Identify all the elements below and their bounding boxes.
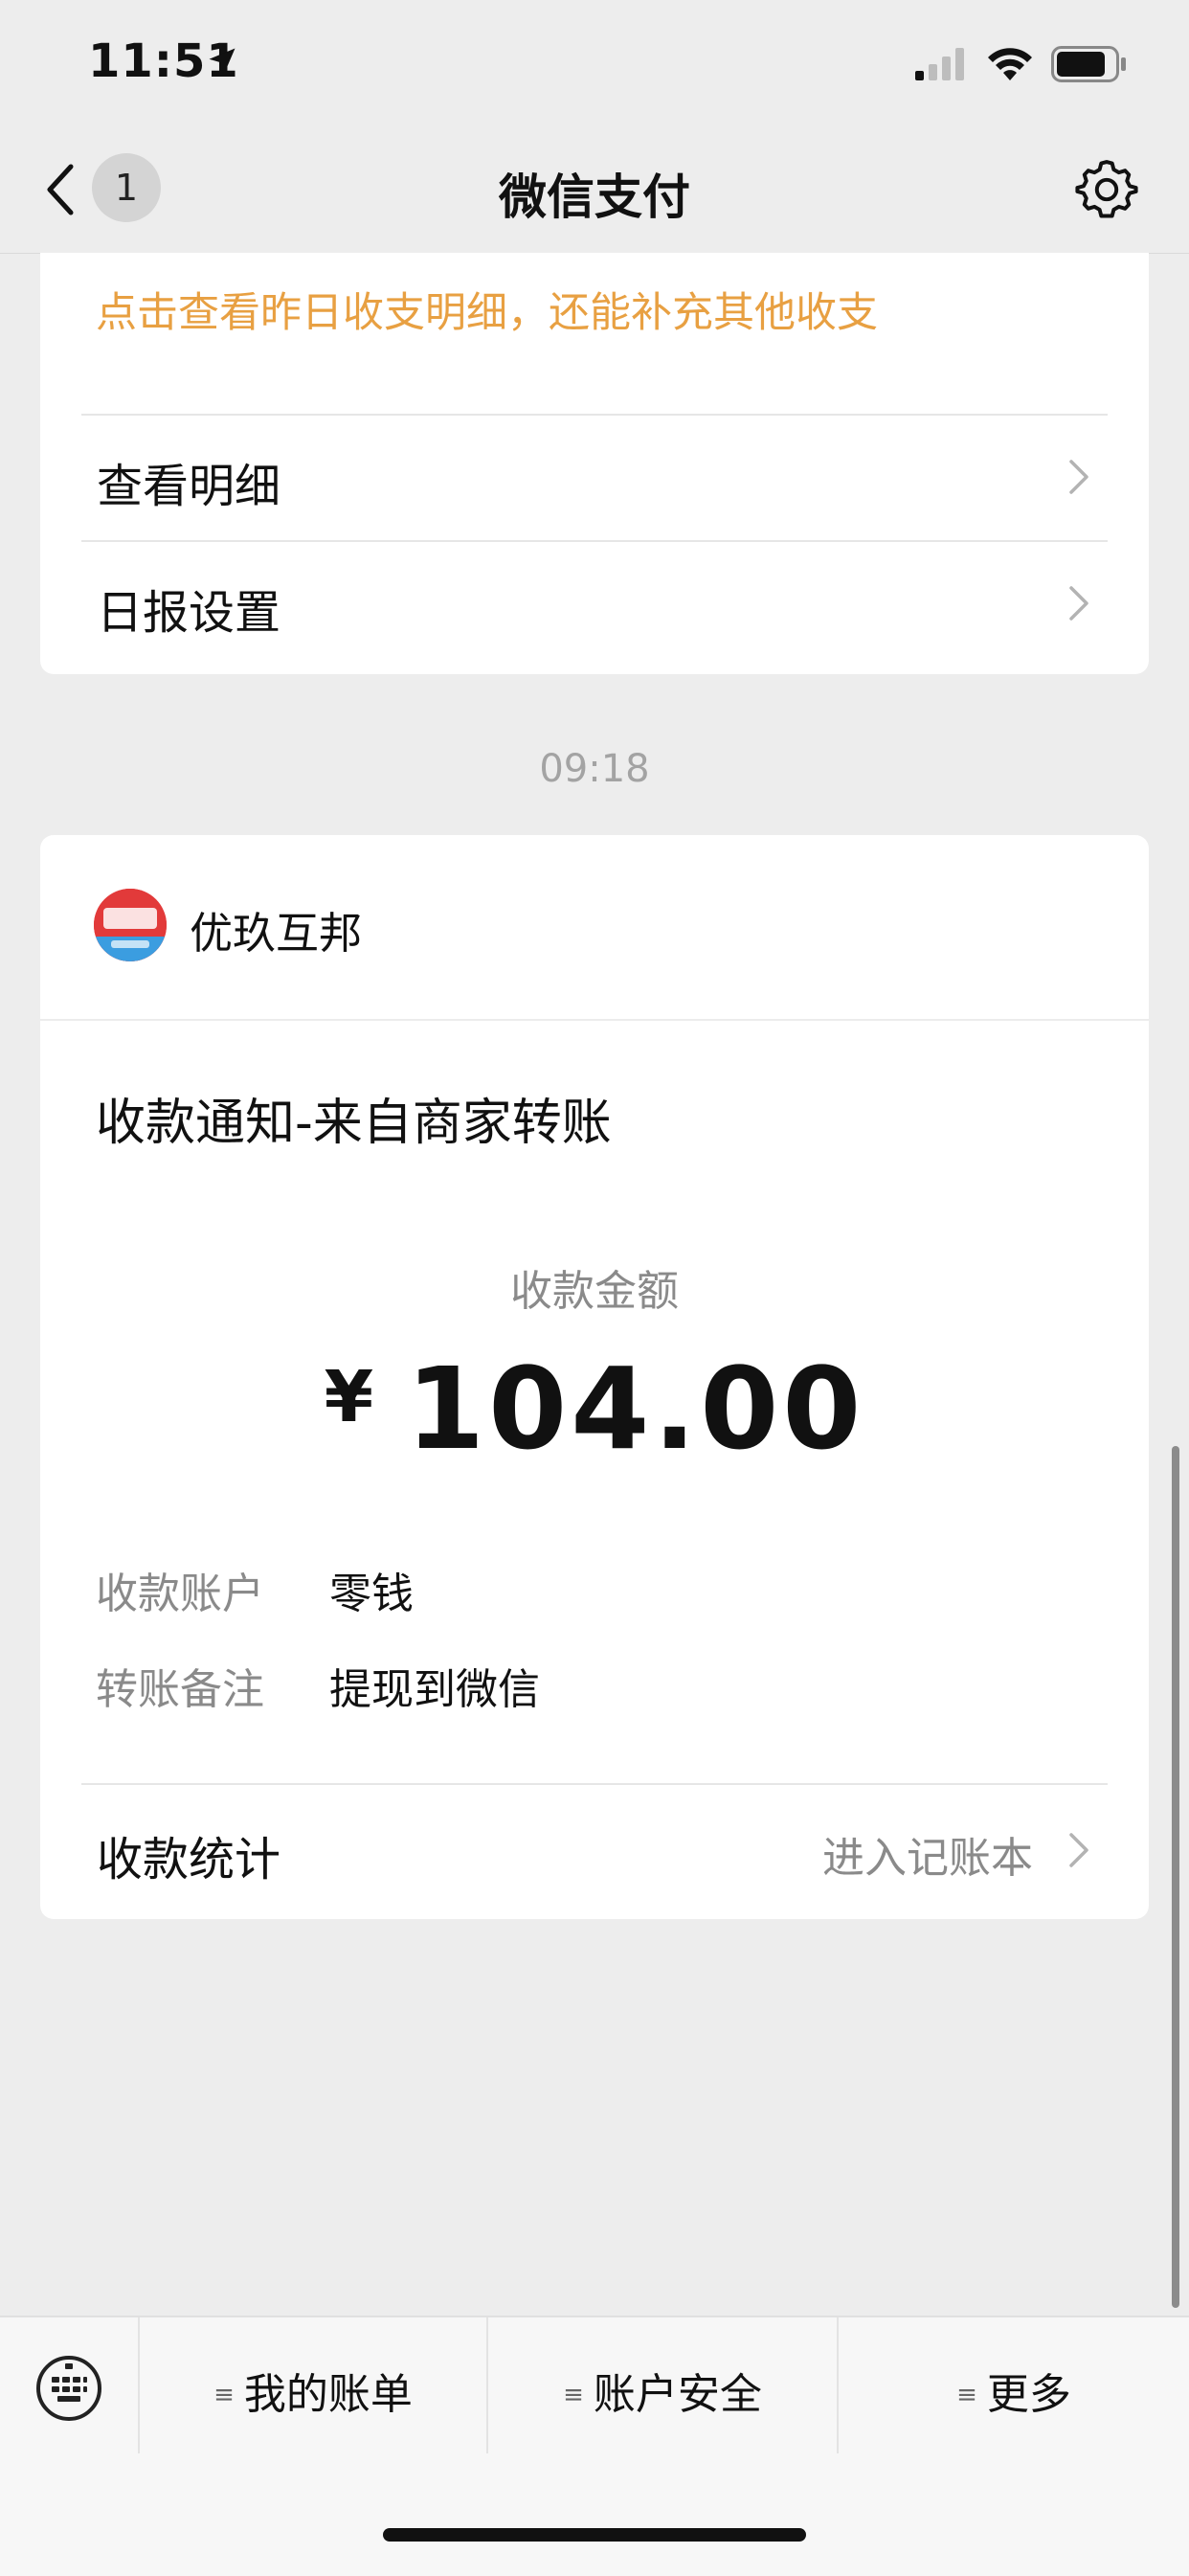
transfer-note-value: 提现到微信 <box>329 1665 540 1714</box>
menu-account-security[interactable]: ≡ 账户安全 <box>488 2317 839 2453</box>
menu-more[interactable]: ≡ 更多 <box>839 2317 1189 2453</box>
divider <box>40 1019 1149 1021</box>
report-settings-label: 日报设置 <box>97 586 281 640</box>
payment-notification-card[interactable]: 优玖互邦 收款通知-来自商家转账 收款金额 ¥104.00 收款账户 零钱 转账… <box>40 835 1149 1919</box>
home-indicator[interactable] <box>383 2528 806 2542</box>
notification-title: 收款通知-来自商家转账 <box>96 1095 612 1152</box>
wifi-icon <box>988 48 1032 80</box>
chevron-right-icon <box>1069 1833 1088 1867</box>
battery-icon <box>1051 46 1126 82</box>
report-settings-row[interactable]: 日报设置 <box>81 540 1108 667</box>
chevron-right-icon <box>1069 460 1088 494</box>
scroll-indicator <box>1172 1446 1179 2308</box>
merchant-name[interactable]: 优玖互邦 <box>190 898 362 960</box>
view-details-row[interactable]: 查看明细 <box>81 414 1108 540</box>
transfer-note-label: 转账备注 <box>96 1665 264 1714</box>
gear-icon[interactable] <box>1074 157 1139 222</box>
submenu-icon: ≡ <box>956 2381 977 2409</box>
receive-account-value: 零钱 <box>329 1570 414 1618</box>
menu-my-bills[interactable]: ≡ 我的账单 <box>140 2317 488 2453</box>
open-ledger-link[interactable]: 进入记账本 <box>822 1823 1033 1885</box>
menu-more-label: 更多 <box>986 2370 1071 2419</box>
receive-account-label: 收款账户 <box>96 1570 264 1618</box>
amount-value: 104.00 <box>406 1343 865 1475</box>
location-arrow-icon <box>209 48 236 75</box>
cellular-signal-icon <box>915 48 964 80</box>
payment-stats-row[interactable]: 收款统计 进入记账本 <box>81 1783 1108 1919</box>
message-timestamp: 09:18 <box>539 747 650 791</box>
chevron-right-icon <box>1069 586 1088 621</box>
merchant-logo-icon <box>94 889 167 961</box>
currency-symbol: ¥ <box>324 1356 378 1438</box>
daily-report-hint[interactable]: 点击查看昨日收支明细，还能补充其他收支 <box>96 280 878 339</box>
menu-my-bills-label: 我的账单 <box>243 2370 413 2419</box>
submenu-icon: ≡ <box>213 2381 235 2409</box>
status-bar: 11:51 <box>0 0 1189 126</box>
menu-account-security-label: 账户安全 <box>593 2370 762 2419</box>
daily-report-card: 点击查看昨日收支明细，还能补充其他收支 查看明细 日报设置 <box>40 253 1149 674</box>
page-title: 微信支付 <box>499 169 690 225</box>
amount-label: 收款金额 <box>510 1267 679 1316</box>
merchant-avatar[interactable] <box>94 889 167 961</box>
payment-amount: ¥104.00 <box>40 1343 1149 1475</box>
keyboard-toggle-button[interactable] <box>0 2317 140 2453</box>
payment-stats-label: 收款统计 <box>97 1833 281 1887</box>
keyboard-icon <box>36 2356 101 2421</box>
submenu-icon: ≡ <box>563 2381 584 2409</box>
nav-bar: 1 微信支付 <box>0 126 1189 254</box>
view-details-label: 查看明细 <box>97 460 281 513</box>
